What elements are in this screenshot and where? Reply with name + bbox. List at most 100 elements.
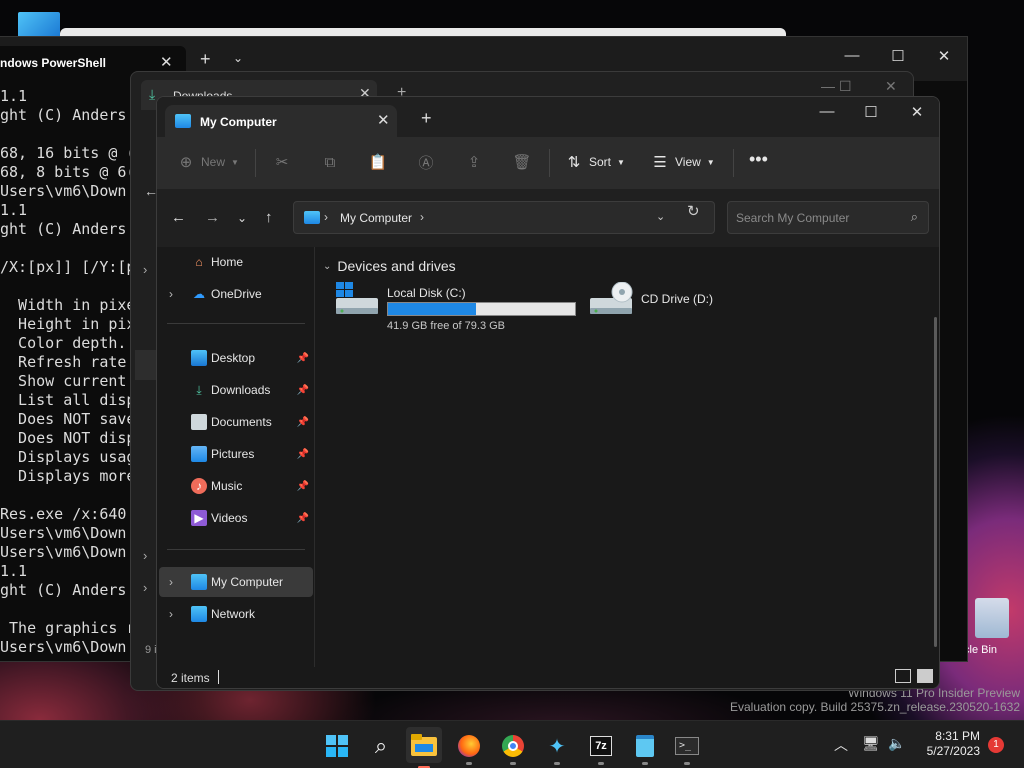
desktop-icon — [191, 350, 207, 366]
terminal-line: Refresh rate — [0, 353, 127, 371]
sidebar-item-onedrive[interactable]: › ☁ OneDrive — [159, 279, 313, 309]
sidebar-item-desktop[interactable]: Desktop 📌 — [159, 343, 313, 373]
more-options-button[interactable]: ••• — [749, 149, 768, 170]
pin-icon[interactable]: 📌 — [297, 449, 309, 460]
recycle-bin-label: cle Bin — [964, 644, 998, 656]
chevron-right-icon[interactable]: › — [169, 287, 173, 301]
drive-cd-drive-d[interactable]: CD Drive (D:) — [589, 282, 729, 322]
chrome-taskbar-button[interactable] — [498, 731, 528, 765]
close-button[interactable]: ✕ — [885, 78, 897, 95]
maximize-button[interactable]: ☐ — [888, 47, 908, 65]
tab-my-computer[interactable]: My Computer ✕ — [165, 105, 397, 139]
chevron-right-icon[interactable]: › — [143, 548, 147, 563]
firefox-taskbar-button[interactable] — [454, 731, 484, 765]
minimize-button[interactable]: — — [842, 47, 862, 64]
chevron-right-icon[interactable]: › — [420, 210, 424, 224]
new-tab-button[interactable]: + — [200, 49, 211, 70]
notepad-taskbar-button[interactable] — [630, 731, 660, 765]
tiles-view-button[interactable] — [917, 669, 933, 683]
sidebar-item-my-computer[interactable]: › My Computer — [159, 567, 313, 597]
chevron-right-icon[interactable]: › — [324, 210, 328, 224]
sidebar-item-downloads[interactable]: ⤓ Downloads 📌 — [159, 375, 313, 405]
drive-local-disk-c[interactable]: Local Disk (C:) 41.9 GB free of 79.3 GB — [335, 282, 585, 334]
chevron-right-icon[interactable]: › — [143, 262, 147, 277]
share-button[interactable]: ⇪ — [465, 153, 483, 171]
app-taskbar-button[interactable]: ✦ — [542, 731, 572, 765]
search-icon[interactable]: ⌕ — [911, 209, 918, 225]
address-bar[interactable]: › My Computer › ⌄ — [293, 201, 715, 234]
maximize-button[interactable]: ☐ — [859, 103, 883, 121]
ellipsis-icon: ••• — [749, 149, 768, 169]
chevron-down-icon[interactable]: ⌄ — [233, 51, 243, 65]
close-icon[interactable]: ✕ — [160, 53, 173, 71]
minimize-button[interactable]: — — [821, 78, 835, 94]
content-pane[interactable]: ⌄ Devices and drives Local Disk (C:) 41.… — [315, 247, 939, 667]
chevron-down-icon[interactable]: ⌄ — [323, 261, 331, 272]
volume-icon[interactable]: 🔈 — [888, 735, 905, 752]
maximize-button[interactable]: ☐ — [839, 78, 852, 95]
my-computer-window[interactable]: My Computer ✕ + — ☐ ✕ ⊕ New ▼ ✂ ⧉ 📋 Ⓐ ⇪ … — [156, 96, 940, 689]
terminal-tab-title: ndows PowerShell — [0, 56, 107, 70]
sidebar-item-pictures[interactable]: Pictures 📌 — [159, 439, 313, 469]
breadcrumb-my-computer[interactable]: My Computer — [340, 211, 412, 225]
paste-button[interactable]: 📋 — [369, 153, 388, 171]
sidebar-item-home[interactable]: ⌂ Home — [159, 247, 313, 277]
new-tab-button[interactable]: + — [421, 109, 432, 127]
chevron-down-icon[interactable]: ⌄ — [656, 210, 665, 223]
explorer-titlebar[interactable]: My Computer ✕ + — ☐ ✕ — [157, 97, 939, 139]
pin-icon[interactable]: 📌 — [297, 481, 309, 492]
pin-icon[interactable]: 📌 — [297, 417, 309, 428]
sort-button[interactable]: ⇅ Sort ▼ — [565, 153, 625, 171]
clock[interactable]: 8:31 PM 5/27/2023 — [910, 729, 980, 759]
running-indicator — [642, 762, 648, 765]
group-header-devices[interactable]: ⌄ Devices and drives — [323, 258, 456, 274]
details-view-button[interactable] — [895, 669, 911, 683]
vertical-scrollbar[interactable] — [934, 317, 937, 647]
close-icon[interactable]: ✕ — [377, 111, 390, 129]
running-indicator — [684, 762, 690, 765]
start-button[interactable] — [322, 731, 352, 761]
running-indicator — [598, 762, 604, 765]
view-button[interactable]: ☰ View ▼ — [651, 153, 714, 171]
search-input[interactable]: Search My Computer ⌕ — [727, 201, 929, 234]
terminal-output[interactable]: 1.1 ght (C) Anders 68, 16 bits @ (68, 8 b… — [0, 87, 135, 657]
back-arrow-icon[interactable]: ← — [171, 209, 186, 226]
close-button[interactable]: ✕ — [905, 103, 929, 121]
copy-icon: ⧉ — [324, 153, 336, 171]
sidebar-item-label: Desktop — [211, 351, 256, 365]
refresh-icon[interactable]: ↻ — [687, 202, 700, 220]
recent-locations-chevron-icon[interactable]: ⌄ — [237, 211, 247, 225]
up-arrow-icon[interactable]: ↑ — [265, 209, 273, 226]
file-explorer-taskbar-button[interactable] — [406, 727, 442, 768]
forward-arrow-icon[interactable]: → — [205, 209, 220, 226]
sidebar-item-videos[interactable]: ▶ Videos 📌 — [159, 503, 313, 533]
sidebar-item-network[interactable]: › Network — [159, 599, 313, 629]
network-status-icon[interactable]: 🖥 — [862, 735, 880, 752]
chevron-up-icon[interactable]: ︿ — [834, 735, 848, 755]
minimize-button[interactable]: — — [815, 103, 839, 120]
pin-icon[interactable]: 📌 — [297, 353, 309, 364]
chevron-right-icon[interactable]: › — [169, 575, 173, 589]
toolbar-divider — [733, 149, 734, 177]
chevron-down-icon: ▼ — [617, 157, 625, 167]
7zip-taskbar-button[interactable]: 7z — [586, 731, 616, 765]
search-button[interactable]: ⌕ — [366, 731, 396, 761]
pin-icon[interactable]: 📌 — [297, 513, 309, 524]
close-button[interactable]: ✕ — [934, 47, 954, 65]
chevron-right-icon[interactable]: › — [169, 607, 173, 621]
pin-icon[interactable]: 📌 — [297, 385, 309, 396]
terminal-line: Users\vm6\Down — [0, 182, 127, 200]
terminal-line: Res.exe /x:640 — [0, 505, 127, 523]
copy-button[interactable]: ⧉ — [321, 153, 339, 171]
notification-badge[interactable]: 1 — [988, 737, 1004, 753]
delete-button[interactable]: 🗑 — [512, 153, 531, 171]
new-button[interactable]: ⊕ New ▼ — [177, 153, 239, 171]
terminal-taskbar-button[interactable]: >_ — [672, 731, 702, 765]
rename-button[interactable]: Ⓐ — [417, 153, 435, 172]
cut-button[interactable]: ✂ — [273, 153, 291, 171]
recycle-bin-shortcut[interactable]: cle Bin — [960, 598, 1024, 656]
sidebar-item-music[interactable]: ♪ Music 📌 — [159, 471, 313, 501]
chevron-right-icon[interactable]: › — [143, 580, 147, 595]
sidebar-item-documents[interactable]: Documents 📌 — [159, 407, 313, 437]
